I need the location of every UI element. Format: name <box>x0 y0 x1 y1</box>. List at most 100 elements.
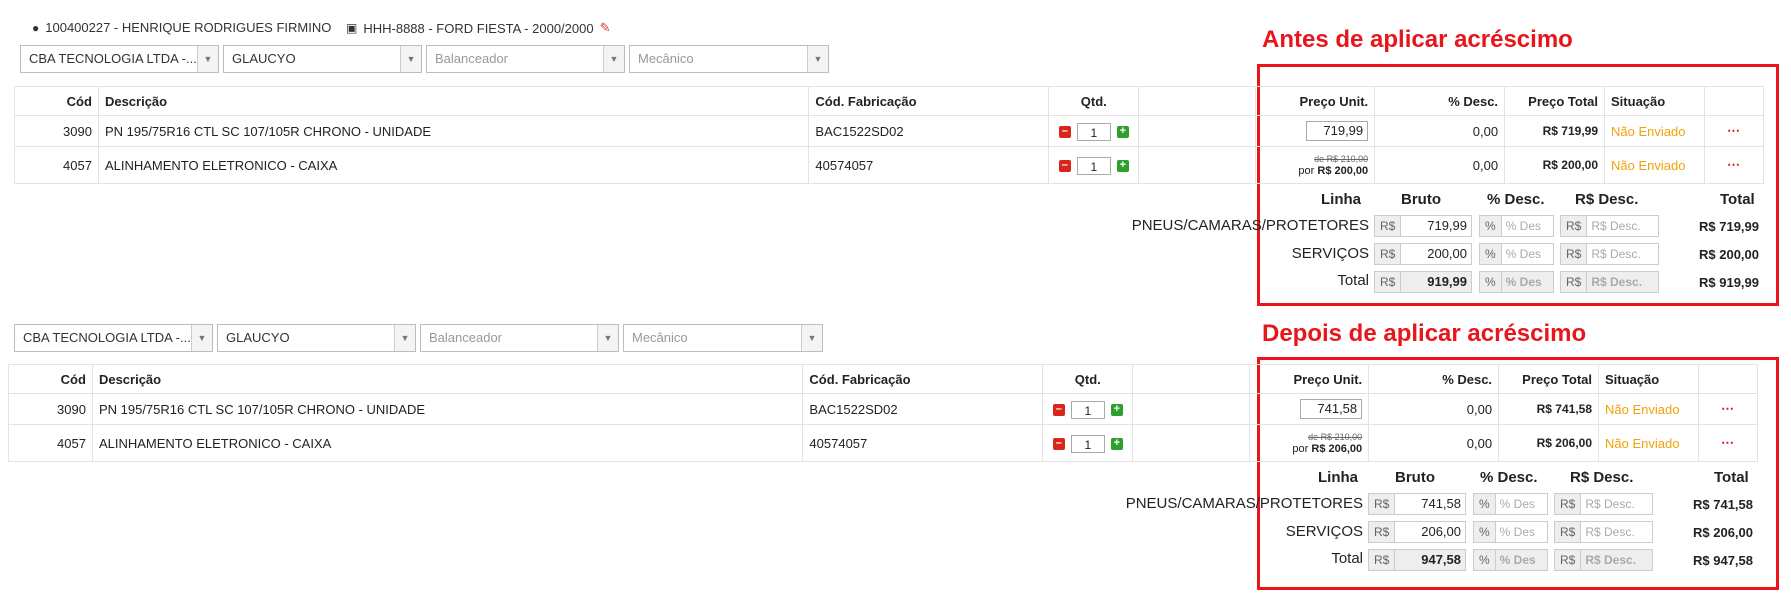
pct-desc-input[interactable]: %% Des <box>1479 243 1554 265</box>
table-row: 4057 ALINHAMENTO ELETRONICO - CAIXA 4057… <box>14 146 1765 184</box>
cell-actions: ⋯ <box>1697 424 1759 462</box>
quantity-input[interactable]: 1 <box>1070 400 1105 419</box>
more-icon[interactable]: ⋯ <box>1727 123 1741 138</box>
balanceador-select[interactable]: Balanceador ▼ <box>420 324 619 352</box>
table-row: 3090 PN 195/75R16 CTL SC 107/105R CHRONO… <box>14 115 1765 147</box>
col-desc: % Desc. <box>1368 364 1500 394</box>
cell-spacer <box>1138 115 1257 147</box>
rs-desc-input[interactable]: R$ R$ Desc. <box>1554 521 1653 543</box>
annotation-after: Depois de aplicar acréscimo <box>1262 320 1587 347</box>
mecanico-select[interactable]: Mecânico ▼ <box>623 324 823 352</box>
col-cod: Cód <box>14 86 99 116</box>
col-preco-unit: Preço Unit. <box>1249 364 1370 394</box>
edit-icon[interactable]: ✎ <box>600 20 611 36</box>
bruto-input[interactable]: R$ 206,00 <box>1368 521 1466 543</box>
currency-addon: R$ <box>1555 494 1582 514</box>
cell-fabricacao: 40574057 <box>802 424 1044 462</box>
col-cod-fabricacao: Cód. Fabricação <box>802 364 1044 394</box>
currency-addon: R$ <box>1555 550 1582 570</box>
rs-desc-input[interactable]: R$ R$ Desc. <box>1554 493 1653 515</box>
minus-icon[interactable]: – <box>1058 125 1071 138</box>
plus-icon[interactable]: + <box>1116 159 1129 172</box>
cell-desc: 0,00 <box>1368 393 1500 425</box>
quantity-input[interactable]: 1 <box>1076 122 1111 141</box>
currency-addon: R$ <box>1369 522 1396 542</box>
por-value: R$ 200,00 <box>1317 165 1369 177</box>
line-total: R$ 741,58 <box>1693 497 1753 512</box>
seller-select-value: GLAUCYO <box>232 51 296 66</box>
mecanico-select-placeholder: Mecânico <box>638 51 694 66</box>
percent-addon: % <box>1480 244 1502 264</box>
table-row: 3090 PN 195/75R16 CTL SC 107/105R CHRONO… <box>8 393 1759 425</box>
cell-desc: 0,00 <box>1374 146 1506 184</box>
pct-desc-placeholder: % Des <box>1505 247 1542 261</box>
company-select[interactable]: CBA TECNOLOGIA LTDA -... ▼ <box>14 324 213 352</box>
more-icon[interactable]: ⋯ <box>1727 157 1741 172</box>
summary-line-label: PNEUS/CAMARAS/PROTETORES <box>1125 495 1363 512</box>
seller-select[interactable]: GLAUCYO ▼ <box>223 45 422 73</box>
minus-icon[interactable]: – <box>1058 159 1071 172</box>
pct-desc-placeholder: % Des <box>1505 219 1542 233</box>
more-icon[interactable]: ⋯ <box>1721 401 1735 416</box>
cell-desc: 0,00 <box>1368 424 1500 462</box>
col-spacer <box>1138 86 1257 116</box>
chevron-down-icon: ▼ <box>394 325 415 351</box>
plus-icon[interactable]: + <box>1116 125 1129 138</box>
cell-actions: ⋯ <box>1703 115 1765 147</box>
quantity-input[interactable]: 1 <box>1070 434 1105 453</box>
cell-descricao: ALINHAMENTO ELETRONICO - CAIXA <box>91 424 804 462</box>
company-select-value: CBA TECNOLOGIA LTDA -... <box>29 51 197 66</box>
grand-total: R$ 947,58 <box>1693 553 1753 568</box>
currency-addon: R$ <box>1375 272 1402 292</box>
cell-cod: 3090 <box>8 393 93 425</box>
percent-addon: % <box>1480 216 1502 236</box>
col-cod: Cód <box>8 364 93 394</box>
cell-cod: 4057 <box>8 424 93 462</box>
col-desc: % Desc. <box>1374 86 1506 116</box>
quantity-input[interactable]: 1 <box>1076 156 1111 175</box>
minus-icon[interactable]: – <box>1052 437 1065 450</box>
plus-icon[interactable]: + <box>1110 403 1123 416</box>
summary-head-bruto: Bruto <box>1395 469 1435 486</box>
col-cod-fabricacao: Cód. Fabricação <box>808 86 1050 116</box>
cell-fabricacao: 40574057 <box>808 146 1050 184</box>
col-qtd: Qtd. <box>1048 86 1140 116</box>
cell-qtd: –1 + <box>1042 424 1134 462</box>
unit-price-input[interactable]: 741,58 <box>1300 399 1363 419</box>
rs-desc-input[interactable]: R$ R$ Desc. <box>1560 215 1659 237</box>
pct-desc-input[interactable]: %% Des <box>1473 493 1548 515</box>
rs-desc-placeholder: R$ Desc. <box>1591 247 1641 261</box>
cell-situacao: Não Enviado <box>1598 393 1699 425</box>
summary-head-rs-desc: R$ Desc. <box>1575 191 1639 208</box>
mecanico-select[interactable]: Mecânico ▼ <box>629 45 829 73</box>
percent-addon: % <box>1480 272 1502 292</box>
bruto-input[interactable]: R$ 200,00 <box>1374 243 1472 265</box>
table-header-row: Cód Descrição Cód. Fabricação Qtd. Preço… <box>14 86 1765 116</box>
bruto-input[interactable]: R$ 719,99 <box>1374 215 1472 237</box>
bruto-input[interactable]: R$ 741,58 <box>1368 493 1466 515</box>
balanceador-select[interactable]: Balanceador ▼ <box>426 45 625 73</box>
rs-desc-total-placeholder: R$ Desc. <box>1587 272 1658 292</box>
line-total: R$ 206,00 <box>1693 525 1753 540</box>
rs-desc-total-field: R$ R$ Desc. <box>1560 271 1659 293</box>
chevron-down-icon: ▼ <box>197 46 218 72</box>
currency-addon: R$ <box>1561 244 1588 264</box>
chevron-down-icon: ▼ <box>400 46 421 72</box>
cell-situacao: Não Enviado <box>1604 115 1705 147</box>
company-select[interactable]: CBA TECNOLOGIA LTDA -... ▼ <box>20 45 219 73</box>
pct-desc-input[interactable]: %% Des <box>1479 215 1554 237</box>
currency-addon: R$ <box>1375 244 1402 264</box>
pct-desc-total-placeholder: % Des <box>1495 550 1547 570</box>
seller-select[interactable]: GLAUCYO ▼ <box>217 324 416 352</box>
plus-icon[interactable]: + <box>1110 437 1123 450</box>
unit-price-input[interactable]: 719,99 <box>1306 121 1369 141</box>
original-price: de R$ 210,00 <box>1308 432 1363 442</box>
currency-addon: R$ <box>1375 216 1402 236</box>
more-icon[interactable]: ⋯ <box>1721 435 1735 450</box>
col-descricao: Descrição <box>91 364 804 394</box>
pct-desc-input[interactable]: %% Des <box>1473 521 1548 543</box>
table-row: 4057 ALINHAMENTO ELETRONICO - CAIXA 4057… <box>8 424 1759 462</box>
rs-desc-input[interactable]: R$ R$ Desc. <box>1560 243 1659 265</box>
minus-icon[interactable]: – <box>1052 403 1065 416</box>
summary-head-pct-desc: % Desc. <box>1480 469 1538 486</box>
